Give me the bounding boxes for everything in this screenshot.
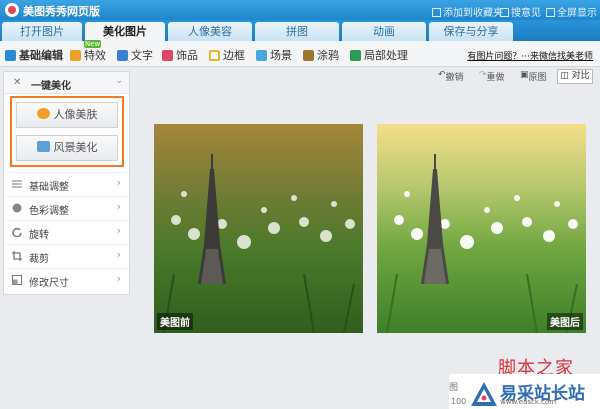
main-tabs: 打开图片 美化图片 人像美容 拼图 动画 保存与分享 (0, 20, 600, 41)
after-caption: 美图后 (547, 313, 583, 330)
landscape-beautify-button[interactable]: 风景美化 (16, 135, 118, 161)
chevron-right-icon: › (116, 176, 121, 189)
landscape-icon (36, 141, 50, 152)
tool-text[interactable]: 文字 (117, 47, 153, 63)
text-icon (117, 50, 128, 61)
redo-button[interactable]: ↷ 重做 (479, 70, 505, 83)
portrait-icon (36, 108, 50, 119)
feedback-link[interactable]: 搜意见 (500, 4, 541, 19)
magic-wand-icon: ✕ (13, 77, 22, 88)
panel-stub-label: 图 (449, 383, 459, 393)
compare-button[interactable]: ◫ 对比 (557, 69, 593, 84)
tool-effects[interactable]: New 特效 (70, 40, 106, 63)
chevron-right-icon: › (116, 200, 121, 213)
panel-title: 一键美化 (31, 81, 71, 92)
portrait-beautify-button[interactable]: 人像美肤 (16, 102, 118, 128)
watermark-url: www.easck.com (500, 398, 557, 406)
effects-icon (70, 50, 81, 61)
app-title: 美图秀秀网页版 (23, 5, 100, 18)
menu-rotate[interactable]: 旋转 › (4, 220, 129, 242)
frame-icon (209, 50, 220, 61)
tool-local-process[interactable]: 局部处理 (350, 47, 408, 63)
original-button[interactable]: ▣ 原图 (520, 70, 547, 83)
title-bar: 美图秀秀网页版 添加到收藏夹 搜意见 全屏显示 (0, 0, 600, 20)
sliders-icon (12, 180, 22, 188)
eiffel-tower-photo (154, 124, 363, 333)
tab-portrait[interactable]: 人像美容 (168, 22, 252, 41)
panel-stub-value: 100 (451, 397, 467, 406)
scene-icon (256, 50, 267, 61)
star-icon (432, 8, 441, 17)
local-process-icon (350, 50, 361, 61)
tool-accessory[interactable]: 饰品 (162, 47, 198, 63)
toolbar: 基础编辑 New 特效 文字 饰品 边框 场景 涂鸦 局部处理 有图片问题？···… (0, 40, 600, 67)
palette-icon (12, 203, 22, 213)
before-caption: 美图前 (157, 313, 193, 330)
after-image: 美图后 (377, 124, 586, 333)
tool-frame[interactable]: 边框 (209, 47, 245, 63)
menu-crop[interactable]: 裁剪 › (4, 244, 129, 266)
highlight-box: 人像美肤 风景美化 (10, 96, 124, 167)
chevron-down-icon: ⌄ (115, 76, 123, 86)
add-favorite-link[interactable]: 添加到收藏夹 (432, 4, 503, 19)
eiffel-tower-photo (377, 124, 586, 333)
watermark-logo-icon (471, 382, 497, 406)
menu-basic-adjust[interactable]: 基础调整 › (4, 172, 129, 194)
app-logo-icon (5, 3, 19, 17)
tool-brush[interactable]: 涂鸦 (303, 47, 339, 63)
rotate-icon (12, 227, 22, 237)
chevron-right-icon: › (116, 272, 121, 285)
feedback-icon (500, 8, 509, 17)
fullscreen-icon (546, 8, 555, 17)
tab-open-image[interactable]: 打开图片 (2, 22, 82, 41)
tool-basic-edit[interactable]: 基础编辑 (5, 47, 63, 63)
resize-icon (12, 275, 22, 285)
chevron-right-icon: › (116, 224, 121, 237)
tab-save-share[interactable]: 保存与分享 (429, 22, 513, 41)
tool-scene[interactable]: 场景 (256, 47, 292, 63)
basic-edit-icon (5, 50, 16, 61)
one-click-header[interactable]: ✕ 一键美化 ⌄ (4, 72, 129, 94)
before-image: 美图前 (154, 124, 363, 333)
accessory-icon (162, 50, 173, 61)
menu-color-adjust[interactable]: 色彩调整 › (4, 196, 129, 218)
help-link[interactable]: 有图片问题？···来微信找美老师 (467, 49, 593, 62)
left-panel: ✕ 一键美化 ⌄ 人像美肤 风景美化 基础调整 › 色彩调整 › 旋转 › 裁剪 › 修… (3, 71, 130, 295)
crop-icon (12, 251, 22, 261)
menu-resize[interactable]: 修改尺寸 › (4, 268, 129, 290)
history-actions: ↶ 撤销 ↷ 重做 ▣ 原图 (438, 70, 556, 84)
tab-animation[interactable]: 动画 (342, 22, 426, 41)
brush-icon (303, 50, 314, 61)
undo-button[interactable]: ↶ 撤销 (438, 70, 464, 83)
tab-beautify[interactable]: 美化图片 (85, 22, 165, 41)
new-badge: New (84, 40, 102, 48)
fullscreen-link[interactable]: 全屏显示 (546, 4, 597, 19)
chevron-right-icon: › (116, 248, 121, 261)
tab-collage[interactable]: 拼图 (255, 22, 339, 41)
